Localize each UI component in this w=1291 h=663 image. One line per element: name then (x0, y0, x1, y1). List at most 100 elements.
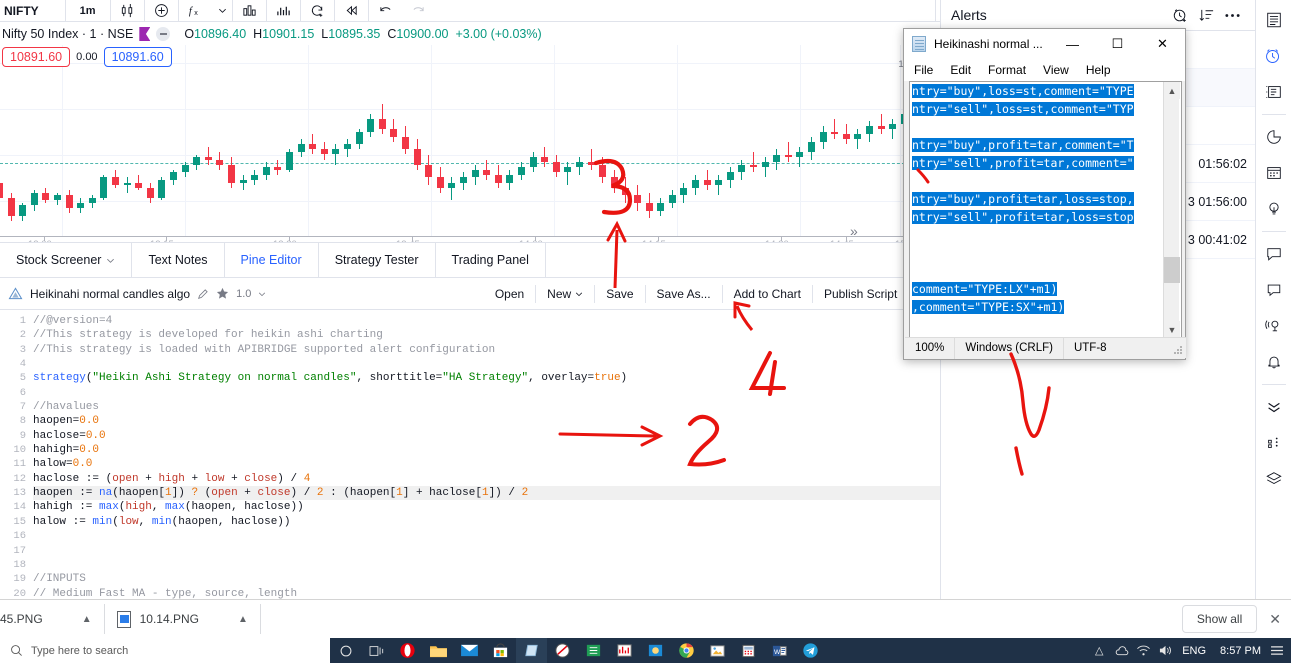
scroll-down-icon[interactable]: ▼ (1164, 321, 1180, 338)
code-line[interactable]: strategy("Heikin Ashi Strategy on normal… (33, 371, 940, 385)
notepad-line[interactable]: ntry="sell",loss=st,comment="TYP (910, 100, 1181, 118)
task-view-icon[interactable] (361, 638, 392, 663)
order-panel-icon[interactable] (1256, 425, 1291, 461)
save-button[interactable]: Save (594, 284, 644, 303)
flag-icon[interactable] (139, 27, 151, 41)
scroll-up-icon[interactable]: ▲ (1164, 82, 1180, 99)
data-window-icon[interactable] (1256, 74, 1291, 110)
bar-chart-icon[interactable] (233, 0, 266, 22)
price-chart[interactable]: 10950.00 » (0, 45, 940, 236)
star-icon[interactable] (216, 287, 229, 300)
code-line[interactable]: //havalues (33, 400, 940, 414)
code-line[interactable]: hahigh=0.0 (33, 443, 940, 457)
more-options-icon[interactable] (1219, 4, 1245, 26)
interval-button[interactable]: 1m (66, 0, 110, 22)
code-line[interactable] (33, 357, 940, 371)
code-line[interactable] (33, 544, 940, 558)
code-line[interactable]: haopen := na(haopen[1]) ? (open + close)… (33, 486, 940, 501)
language-indicator[interactable]: ENG (1176, 645, 1212, 657)
chevron-down-icon[interactable] (258, 290, 266, 298)
code-line[interactable]: haopen=0.0 (33, 414, 940, 428)
code-line[interactable]: haclose=0.0 (33, 429, 940, 443)
add-to-chart-button[interactable]: Add to Chart (721, 284, 812, 303)
symbol-button[interactable]: NIFTY (0, 0, 65, 22)
tab-trading-panel[interactable]: Trading Panel (436, 243, 546, 277)
paint-icon[interactable] (547, 638, 578, 663)
notepad-window[interactable]: Heikinashi normal ... — ☐ ✕ File Edit Fo… (903, 28, 1186, 360)
search-input[interactable]: Type here to search (0, 638, 330, 663)
chrome-icon[interactable] (671, 638, 702, 663)
opera-icon[interactable] (392, 638, 423, 663)
price-pill-blue[interactable]: 10891.60 (103, 47, 172, 67)
new-button[interactable]: New (535, 284, 594, 303)
notepad-line[interactable] (910, 244, 1181, 262)
clock[interactable]: 8:57 PM (1212, 645, 1269, 657)
menu-edit[interactable]: Edit (950, 63, 971, 77)
code-line[interactable] (33, 529, 940, 543)
calendar-icon[interactable] (1256, 155, 1291, 191)
mail-icon[interactable] (454, 638, 485, 663)
undo-icon[interactable] (369, 0, 402, 22)
notepad-line[interactable]: ,comment="TYPE:SX"+m1) (910, 298, 1181, 316)
word-icon[interactable]: W (764, 638, 795, 663)
chevron-right-icon[interactable]: » (850, 223, 858, 236)
open-button[interactable]: Open (484, 285, 535, 303)
menu-file[interactable]: File (914, 63, 933, 77)
hotlist-icon[interactable] (1256, 119, 1291, 155)
ideas-icon[interactable] (1256, 191, 1291, 227)
notepad-line[interactable] (910, 172, 1181, 190)
pine-version-label[interactable]: 1.0 (236, 288, 251, 300)
tab-stock-screener[interactable]: Stock Screener (0, 243, 133, 277)
photos-icon[interactable] (702, 638, 733, 663)
calculator-icon[interactable] (733, 638, 764, 663)
sort-icon[interactable] (1193, 4, 1219, 26)
code-line[interactable]: //This strategy is loaded with APIBRIDGE… (33, 343, 940, 357)
watchlist-icon[interactable] (1256, 2, 1291, 38)
notepad-line[interactable]: ntry="buy",profit=tar,loss=stop, (910, 190, 1181, 208)
notepad-line[interactable] (910, 226, 1181, 244)
resize-grip[interactable] (1173, 345, 1183, 355)
onedrive-icon[interactable] (1110, 638, 1132, 663)
indicators-icon[interactable]: fx (179, 0, 213, 22)
maximize-button[interactable]: ☐ (1095, 29, 1140, 59)
volume-icon[interactable] (1154, 638, 1176, 663)
save-as-button[interactable]: Save As... (644, 284, 722, 303)
chat-icon[interactable] (1256, 236, 1291, 272)
candle-style-icon[interactable] (111, 0, 144, 22)
code-line[interactable]: //@version=4 (33, 314, 940, 328)
code-line[interactable]: // Medium Fast MA - type, source, length (33, 587, 940, 599)
chevron-up-icon[interactable]: ▲ (82, 614, 92, 625)
redo-icon[interactable] (402, 0, 435, 22)
alarm-add-icon[interactable] (1167, 4, 1193, 26)
pine-code-editor[interactable]: 1 2 3 4 5 6 7 8 9 10 11 12 13 14 15 16 17 18 19 20 //@versi… (0, 311, 940, 599)
powerpoint-icon[interactable] (640, 638, 671, 663)
add-compare-icon[interactable] (145, 0, 178, 22)
code-line[interactable]: halow=0.0 (33, 457, 940, 471)
hide-icon[interactable] (156, 27, 171, 41)
telegram-icon[interactable] (795, 638, 826, 663)
notepad-icon[interactable] (516, 638, 547, 663)
tab-text-notes[interactable]: Text Notes (132, 243, 225, 277)
replay-add-icon[interactable] (301, 0, 334, 22)
private-chat-icon[interactable] (1256, 272, 1291, 308)
notifications-icon[interactable] (1256, 344, 1291, 380)
notepad-line[interactable]: ntry="sell",profit=tar,comment=" (910, 154, 1181, 172)
price-pill-red[interactable]: 10891.60 (2, 47, 71, 67)
code-line[interactable]: //INPUTS (33, 572, 940, 586)
fundamentals-icon[interactable] (267, 0, 300, 22)
close-icon[interactable]: ✕ (1269, 611, 1281, 628)
tab-pine-editor[interactable]: Pine Editor (225, 243, 319, 277)
notepad-line[interactable]: ntry="buy",loss=st,comment="TYPE (910, 82, 1181, 100)
notepad-line[interactable]: comment="TYPE:LX"+m1) (910, 280, 1181, 298)
excel-green-icon[interactable] (578, 638, 609, 663)
minimize-button[interactable]: — (1050, 29, 1095, 59)
file-explorer-icon[interactable] (423, 638, 454, 663)
notepad-titlebar[interactable]: Heikinashi normal ... — ☐ ✕ (904, 29, 1185, 59)
notepad-line[interactable] (910, 262, 1181, 280)
pencil-icon[interactable] (197, 288, 209, 300)
store-icon[interactable] (485, 638, 516, 663)
show-all-downloads-button[interactable]: Show all (1181, 605, 1258, 633)
chevron-up-icon[interactable]: △ (1088, 638, 1110, 663)
notepad-line[interactable]: ntry="sell",profit=tar,loss=stop (910, 208, 1181, 226)
code-line[interactable]: halow := min(low, min(haopen, haclose)) (33, 515, 940, 529)
